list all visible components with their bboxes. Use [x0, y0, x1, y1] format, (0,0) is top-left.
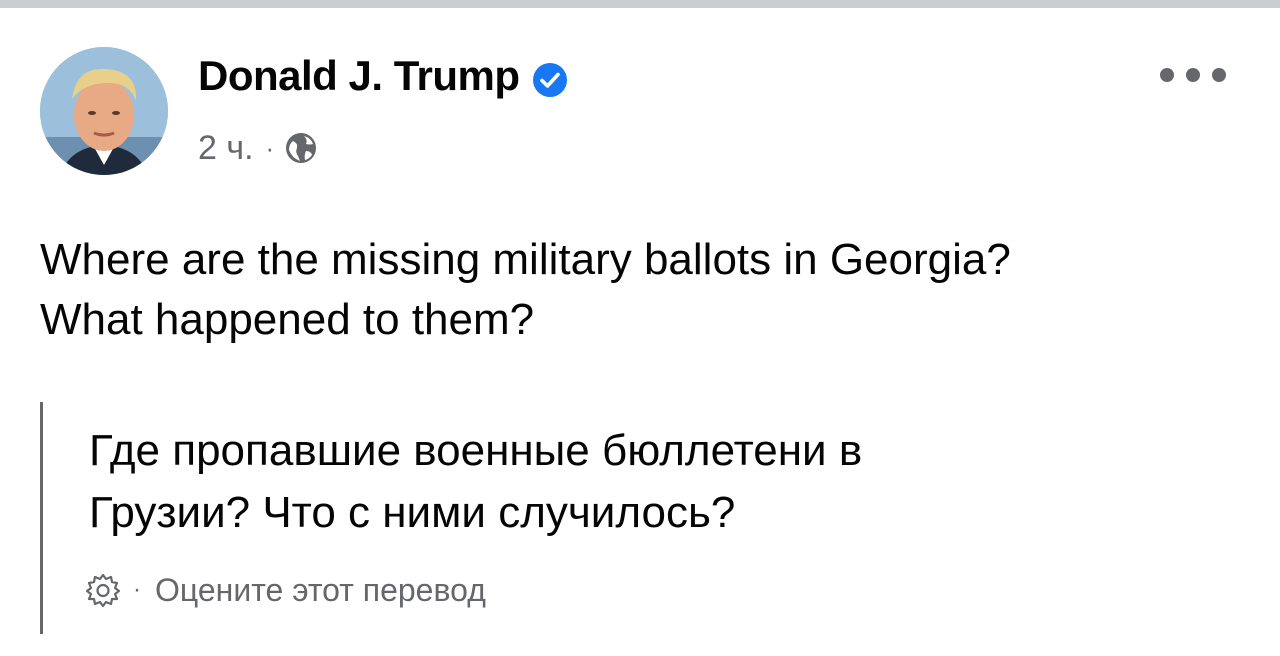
top-divider	[0, 0, 1280, 8]
more-horizontal-icon	[1212, 68, 1226, 82]
author-name-row: Donald J. Trump	[198, 50, 568, 102]
rate-separator: ·	[133, 576, 141, 603]
verified-badge-icon	[532, 58, 568, 97]
meta-separator: ·	[265, 133, 275, 163]
globe-icon[interactable]	[284, 131, 318, 165]
post-text-line: What happened to them?	[40, 295, 535, 344]
post-text-line: Where are the missing military ballots i…	[40, 235, 1011, 284]
translation-text: Где пропавшие военные бюллетени в Грузии…	[89, 420, 862, 544]
gear-icon[interactable]	[83, 570, 123, 610]
avatar[interactable]	[40, 47, 168, 175]
translation-text-line: Где пропавшие военные бюллетени в	[89, 426, 863, 475]
translation-text-line: Грузии? Что с ними случилось?	[89, 488, 736, 537]
timestamp[interactable]: 2 ч.	[198, 126, 254, 170]
more-horizontal-icon	[1160, 68, 1174, 82]
translation-block: Где пропавшие военные бюллетени в Грузии…	[40, 402, 1143, 634]
author-name[interactable]: Donald J. Trump	[198, 50, 520, 102]
post-meta: 2 ч. ·	[198, 126, 318, 170]
more-options-button[interactable]	[1160, 62, 1226, 88]
rate-translation-row: · Оцените этот перевод	[83, 570, 486, 610]
rate-translation-link[interactable]: Оцените этот перевод	[155, 572, 486, 609]
more-horizontal-icon	[1186, 68, 1200, 82]
post-text: Where are the missing military ballots i…	[40, 230, 1240, 350]
